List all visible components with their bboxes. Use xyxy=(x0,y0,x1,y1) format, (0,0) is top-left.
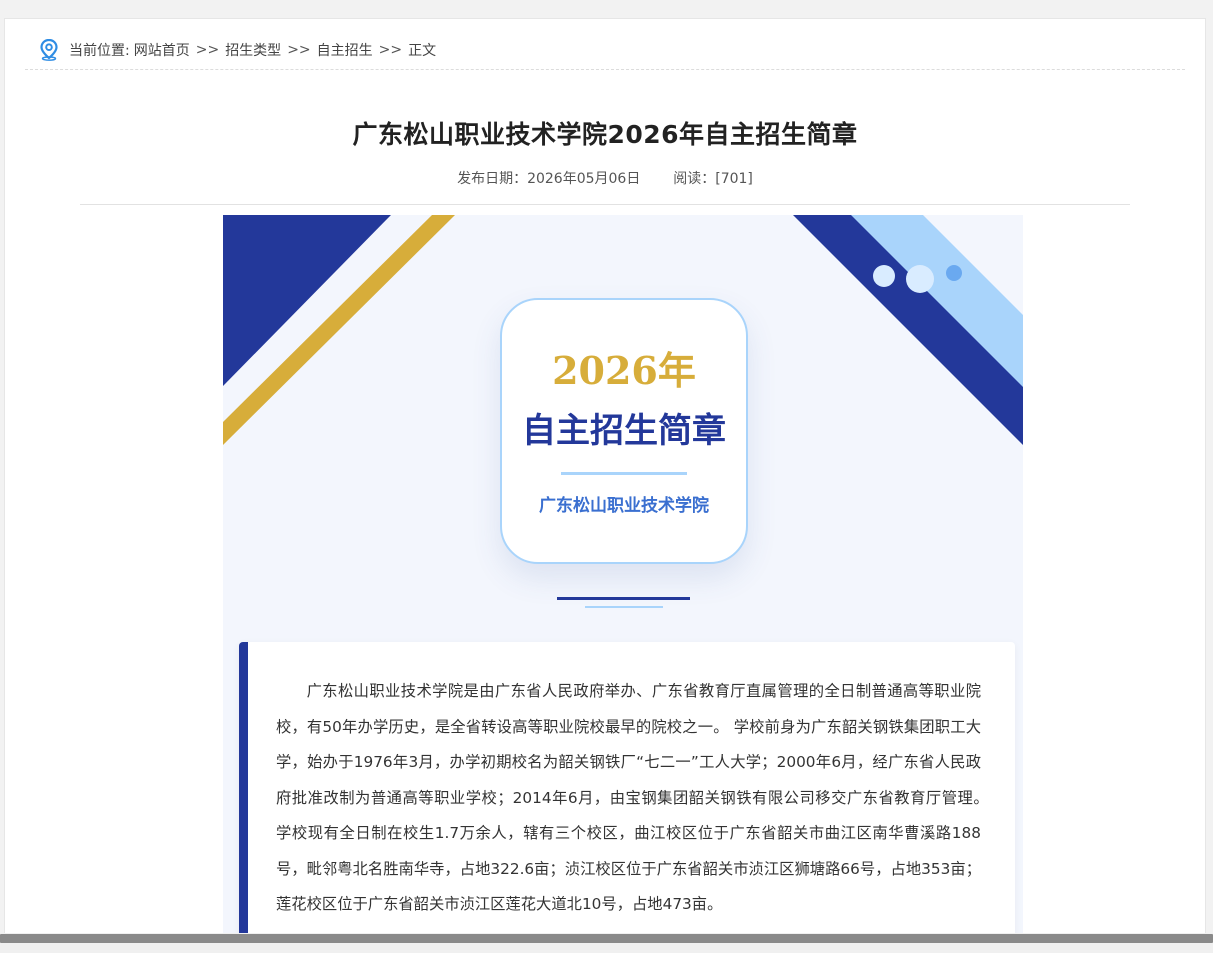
breadcrumb-separator: >> xyxy=(378,42,403,58)
breadcrumb-independent-admission-link[interactable]: 自主招生 xyxy=(317,40,373,60)
poster-school-name: 广东松山职业技术学院 xyxy=(539,496,709,516)
poster-image: 2026年 自主招生简章 广东松山职业技术学院 广东松山职业技术学院是由广东省人… xyxy=(223,215,1023,939)
poster-heading: 自主招生简章 xyxy=(522,411,726,451)
breadcrumb-separator: >> xyxy=(287,42,311,58)
breadcrumb-separator: >> xyxy=(195,42,220,58)
breadcrumb-current: 正文 xyxy=(408,43,437,59)
breadcrumb-prefix: 当前位置: xyxy=(69,43,130,59)
poster-year: 2026年 xyxy=(552,348,696,393)
title-divider xyxy=(80,204,1130,205)
intro-text-card: 广东松山职业技术学院是由广东省人民政府举办、广东省教育厅直属管理的全日制普通高等… xyxy=(239,642,1023,939)
read-count: 阅读：[701] xyxy=(673,171,753,187)
intro-paragraph: 广东松山职业技术学院是由广东省人民政府举办、广东省教育厅直属管理的全日制普通高等… xyxy=(276,682,1023,913)
article-title: 广东松山职业技术学院2026年自主招生简章 xyxy=(352,120,858,149)
dot xyxy=(946,265,962,281)
dot xyxy=(906,265,934,293)
publish-date: 发布日期：2026年05月06日 xyxy=(457,171,641,187)
breadcrumb-home-link[interactable]: 网站首页 xyxy=(134,40,190,60)
poster-title-card: 2026年 自主招生简章 广东松山职业技术学院 xyxy=(500,298,748,564)
scrollbar-thumb[interactable] xyxy=(0,934,1213,943)
card-underline xyxy=(561,472,687,475)
poster-divider-navy xyxy=(557,597,690,600)
breadcrumb: 当前位置: 网站首页 >> 招生类型 >> 自主招生 >> 正文 xyxy=(25,31,1185,70)
poster-divider-sky xyxy=(585,606,663,608)
article-meta: 发布日期：2026年05月06日 阅读：[701] xyxy=(5,168,1205,188)
dot xyxy=(873,265,895,287)
breadcrumb-admission-types-link[interactable]: 招生类型 xyxy=(225,40,281,60)
page-container: 当前位置: 网站首页 >> 招生类型 >> 自主招生 >> 正文 广东松山职业技… xyxy=(4,18,1206,940)
location-pin-icon xyxy=(40,39,58,61)
horizontal-scrollbar[interactable] xyxy=(0,933,1213,953)
